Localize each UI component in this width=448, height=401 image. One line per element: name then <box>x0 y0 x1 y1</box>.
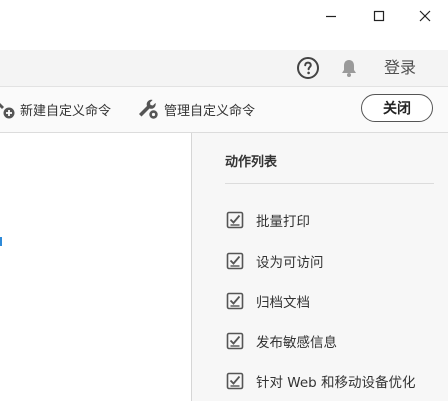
help-circle-icon[interactable] <box>296 56 320 80</box>
action-item-label: 归档文档 <box>256 295 310 311</box>
action-checklist-icon <box>226 252 244 270</box>
close-tool-button[interactable]: 关闭 <box>361 94 433 122</box>
document-area <box>0 133 191 401</box>
action-item-label: 设为可访问 <box>256 255 324 271</box>
window-titlebar <box>0 0 448 32</box>
wrench-gear-icon <box>139 99 158 119</box>
manage-custom-command-label: 管理自定义命令 <box>164 103 256 119</box>
action-item-archive-documents[interactable]: 归档文档 <box>226 290 310 312</box>
close-icon <box>419 10 431 22</box>
action-item-batch-print[interactable]: 批量打印 <box>226 209 310 231</box>
action-checklist-icon <box>226 292 244 310</box>
action-item-optimize-web-mobile[interactable]: 针对 Web 和移动设备优化 <box>226 370 416 392</box>
panel-divider <box>225 183 434 184</box>
action-checklist-icon <box>226 211 244 229</box>
maximize-button[interactable] <box>356 0 402 32</box>
minimize-button[interactable] <box>308 0 354 32</box>
action-item-publish-sensitive-info[interactable]: 发布敏感信息 <box>226 330 337 352</box>
app-header <box>0 50 448 87</box>
action-item-label: 发布敏感信息 <box>256 335 337 351</box>
action-item-make-accessible[interactable]: 设为可访问 <box>226 250 324 272</box>
action-checklist-icon <box>226 372 244 390</box>
new-custom-command-label: 新建自定义命令 <box>20 103 112 119</box>
new-custom-command-button[interactable]: 新建自定义命令 <box>0 96 111 122</box>
maximize-icon <box>373 10 385 22</box>
login-link[interactable]: 登录 <box>384 57 416 79</box>
manage-custom-command-button[interactable]: 管理自定义命令 <box>136 96 255 122</box>
wrench-add-icon <box>0 103 15 119</box>
action-item-label: 批量打印 <box>256 214 310 230</box>
action-checklist-icon <box>226 332 244 350</box>
close-window-button[interactable] <box>402 0 448 32</box>
bell-icon[interactable] <box>338 57 360 79</box>
action-list-title: 动作列表 <box>225 155 278 170</box>
minimize-icon <box>326 15 336 18</box>
document-edge-mark <box>0 237 2 246</box>
action-item-label: 针对 Web 和移动设备优化 <box>256 375 416 391</box>
